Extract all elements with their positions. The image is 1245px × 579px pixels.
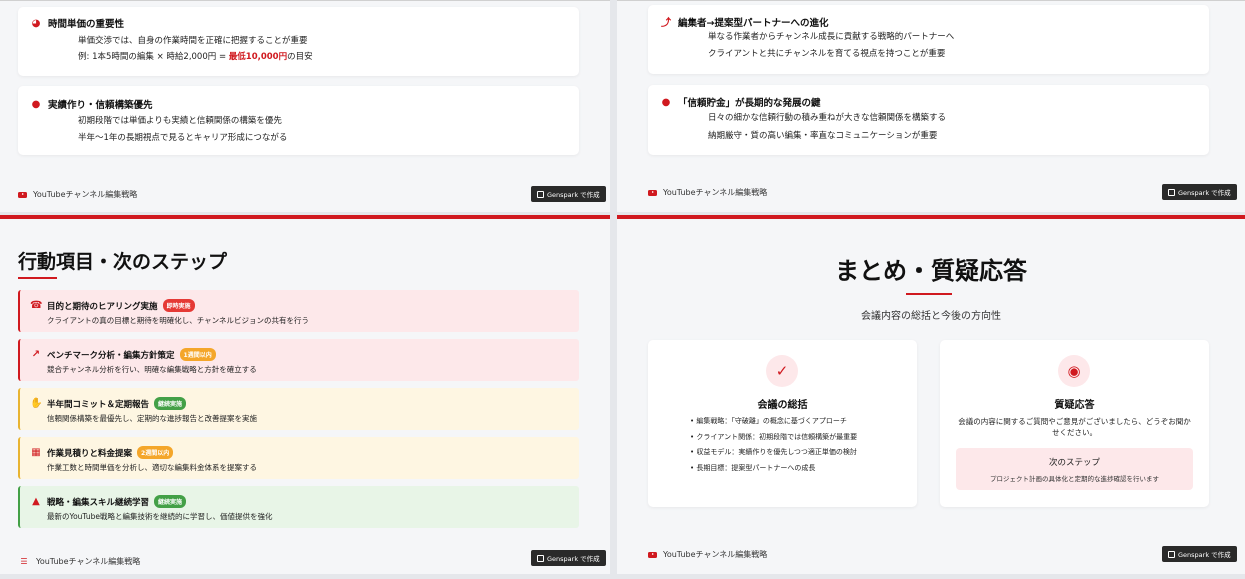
slide-title: 行動項目・次のステップ [18, 251, 228, 273]
slide-top-right: ⤴ 編集者→提案型パートナーへの進化 単なる作業者からチャンネル成長に貢献する戦… [617, 0, 1245, 212]
slide-subtitle: 会議内容の総括と今後の方向性 [861, 311, 1001, 322]
card-title: 時間単価の重要性 [48, 19, 125, 30]
qa-text: 会議の内容に関するご質問やご意見がございましたら、どうぞお聞かせください。 [958, 417, 1191, 437]
slide-summary-qa: まとめ・質疑応答 会議内容の総括と今後の方向性 ✓ 会議の総括 • 編集戦略：「… [617, 215, 1245, 574]
action-item: ✋ 半年間コミット＆定期報告 継続実施 信頼関係構築を最優先し、定期的な進捗報告… [18, 388, 579, 430]
slide-footer: YouTubeチャンネル編集戦略 [18, 189, 137, 200]
action-item: ☎ 目的と期待のヒアリング実施 即時実施 クライアントの真の目標と期待を明確化し… [18, 290, 579, 332]
qa-card: ◉ 質疑応答 会議の内容に関するご質問やご意見がございましたら、どうぞお聞かせく… [940, 340, 1209, 507]
badge-label: Genspark で作成 [547, 555, 600, 563]
card-line: 単なる作業者からチャンネル成長に貢献する戦略的パートナーへ [708, 32, 955, 42]
action-item: ▲ 戦略・編集スキル継続学習 継続実施 最新のYouTube戦略と編集技術を継続… [18, 486, 579, 528]
chat-bubbles-icon: ◉ [1058, 355, 1090, 387]
badge-label: Genspark で作成 [1178, 189, 1231, 197]
title-rule [18, 277, 57, 279]
line-suffix: の目安 [287, 52, 313, 62]
chart-line-icon: ↗ [31, 349, 41, 360]
handshake-icon: ✋ [30, 398, 43, 409]
action-tag: 継続実施 [154, 495, 187, 508]
action-desc: 最新のYouTube戦略と編集技術を継続的に学習し、価値提供を強化 [47, 512, 273, 521]
action-title: 戦略・編集スキル継続学習 [47, 497, 150, 508]
genspark-badge[interactable]: Genspark で作成 [531, 186, 606, 202]
card-title: 「信頼貯金」が長期的な発展の鍵 [678, 98, 821, 109]
summary-item: • 編集戦略：「守破離」の概念に基づくアプローチ [690, 417, 847, 425]
action-tag: 継続実施 [154, 397, 187, 410]
summary-item: • クライアント関係：初期段階では信頼構築が最重要 [690, 432, 858, 441]
action-tag: 1週間以内 [179, 348, 216, 361]
genspark-icon [537, 554, 544, 562]
footer-text: YouTubeチャンネル編集戦略 [663, 550, 768, 559]
youtube-icon [648, 551, 657, 558]
card-time-rate: ◕ 時間単価の重要性 単価交渉では、自身の作業時間を正確に把握することが重要 例… [18, 7, 579, 76]
action-desc: 信頼関係構築を最優先し、定期的な進捗報告と改善提案を実施 [47, 414, 257, 423]
list-icon: ☰ [20, 557, 28, 566]
summary-item: • 長期目標：提案型パートナーへの成長 [690, 463, 816, 472]
footer-text: YouTubeチャンネル編集戦略 [663, 188, 768, 197]
highlight-amount: 最低10,000円 [228, 52, 288, 62]
genspark-icon [537, 190, 544, 198]
card-line: 半年〜1年の長期視点で見るとキャリア形成につながる [78, 133, 288, 143]
line-prefix: 例: 1本5時間の編集 × 時給2,000円 = [78, 52, 229, 62]
slide-action-items: 行動項目・次のステップ ☎ 目的と期待のヒアリング実施 即時実施 クライアントの… [0, 215, 610, 574]
headset-icon: ☎ [30, 300, 43, 311]
card-line: 納期厳守・質の高い編集・率直なコミュニケーションが重要 [708, 131, 938, 141]
badge-label: Genspark で作成 [547, 191, 600, 199]
card-line: 例: 1本5時間の編集 × 時給2,000円 = 最低10,000円の目安 [78, 49, 313, 65]
card-line: 初期段階では単価よりも実績と信頼関係の構築を優先 [78, 116, 282, 126]
genspark-badge[interactable]: Genspark で作成 [531, 550, 606, 566]
card-trust-savings: ● 「信頼貯金」が長期的な発展の鍵 日々の細かな信頼行動の積み重ねが大きな信頼関… [648, 85, 1209, 155]
next-step-title: 次のステップ [1048, 458, 1100, 468]
card-track-record: ● 実績作り・信頼構築優先 初期段階では単価よりも実績と信頼関係の構築を優先 半… [18, 86, 579, 155]
slide-footer: ☰ YouTubeチャンネル編集戦略 [18, 556, 140, 567]
qa-title: 質疑応答 [1054, 400, 1095, 411]
action-title: ベンチマーク分析・編集方針策定 [47, 350, 175, 361]
action-title: 目的と期待のヒアリング実施 [47, 301, 158, 312]
summary-card: ✓ 会議の総括 • 編集戦略：「守破離」の概念に基づくアプローチ • クライアン… [648, 340, 917, 507]
graduation-cap-icon: ▲ [32, 496, 40, 507]
card-title: 実績作り・信頼構築優先 [48, 100, 153, 111]
card-title: 編集者→提案型パートナーへの進化 [678, 17, 829, 29]
card-partner-evolution: ⤴ 編集者→提案型パートナーへの進化 単なる作業者からチャンネル成長に貢献する戦… [648, 5, 1209, 74]
footer-text: YouTubeチャンネル編集戦略 [33, 190, 138, 199]
youtube-icon [648, 189, 657, 196]
slide-top-left: ◕ 時間単価の重要性 単価交渉では、自身の作業時間を正確に把握することが重要 例… [0, 0, 610, 212]
slide-title: まとめ・質疑応答 [835, 257, 1027, 285]
title-rule [906, 293, 952, 295]
action-item: ↗ ベンチマーク分析・編集方針策定 1週間以内 競合チャンネル分析を行い、明確な… [18, 339, 579, 381]
genspark-icon [1168, 550, 1175, 558]
genspark-badge[interactable]: Genspark で作成 [1162, 184, 1237, 200]
action-desc: クライアントの真の目標と期待を明確化し、チャンネルビジョンの共有を行う [47, 316, 309, 325]
summary-list: • 編集戦略：「守破離」の概念に基づくアプローチ • クライアント関係：初期段階… [690, 414, 857, 476]
genspark-icon [1168, 188, 1175, 196]
card-line: クライアントと共にチャンネルを育てる視点を持つことが重要 [708, 49, 946, 59]
youtube-icon [18, 191, 27, 198]
slide-footer: YouTubeチャンネル編集戦略 [648, 187, 767, 198]
footer-text: YouTubeチャンネル編集戦略 [36, 557, 141, 566]
action-desc: 競合チャンネル分析を行い、明確な編集戦略と方針を確立する [47, 365, 257, 374]
calculator-icon: ▦ [31, 447, 41, 458]
summary-title: 会議の総括 [757, 400, 808, 411]
clipboard-check-icon: ✓ [766, 355, 798, 387]
badge-label: Genspark で作成 [1178, 551, 1231, 559]
action-desc: 作業工数と時間単価を分析し、適切な編集料金体系を提案する [47, 463, 257, 472]
card-line: 日々の細かな信頼行動の積み重ねが大きな信頼関係を構築する [708, 113, 947, 123]
next-step-box: 次のステップ プロジェクト計画の具体化と定期的な進捗確認を行います [956, 448, 1193, 490]
action-tag: 即時実施 [162, 299, 195, 312]
clock-icon: ◕ [31, 17, 41, 29]
action-title: 作業見積りと料金提案 [47, 448, 133, 459]
genspark-badge[interactable]: Genspark で作成 [1162, 546, 1237, 562]
piggy-bank-icon: ● [661, 96, 671, 108]
card-line: 単価交渉では、自身の作業時間を正確に把握することが重要 [78, 36, 308, 46]
action-tag: 2週間以内 [137, 446, 174, 459]
slide-footer: YouTubeチャンネル編集戦略 [648, 549, 767, 560]
piggy-bank-icon: ● [31, 98, 41, 110]
summary-item: • 収益モデル：実績作りを優先しつつ適正単価の検討 [690, 448, 857, 456]
next-step-text: プロジェクト計画の具体化と定期的な進捗確認を行います [990, 475, 1159, 483]
action-title: 半年間コミット＆定期報告 [47, 399, 150, 410]
action-item: ▦ 作業見積りと料金提案 2週間以内 作業工数と時間単価を分析し、適切な編集料金… [18, 437, 579, 479]
arrow-up-icon: ⤴ [661, 18, 671, 29]
